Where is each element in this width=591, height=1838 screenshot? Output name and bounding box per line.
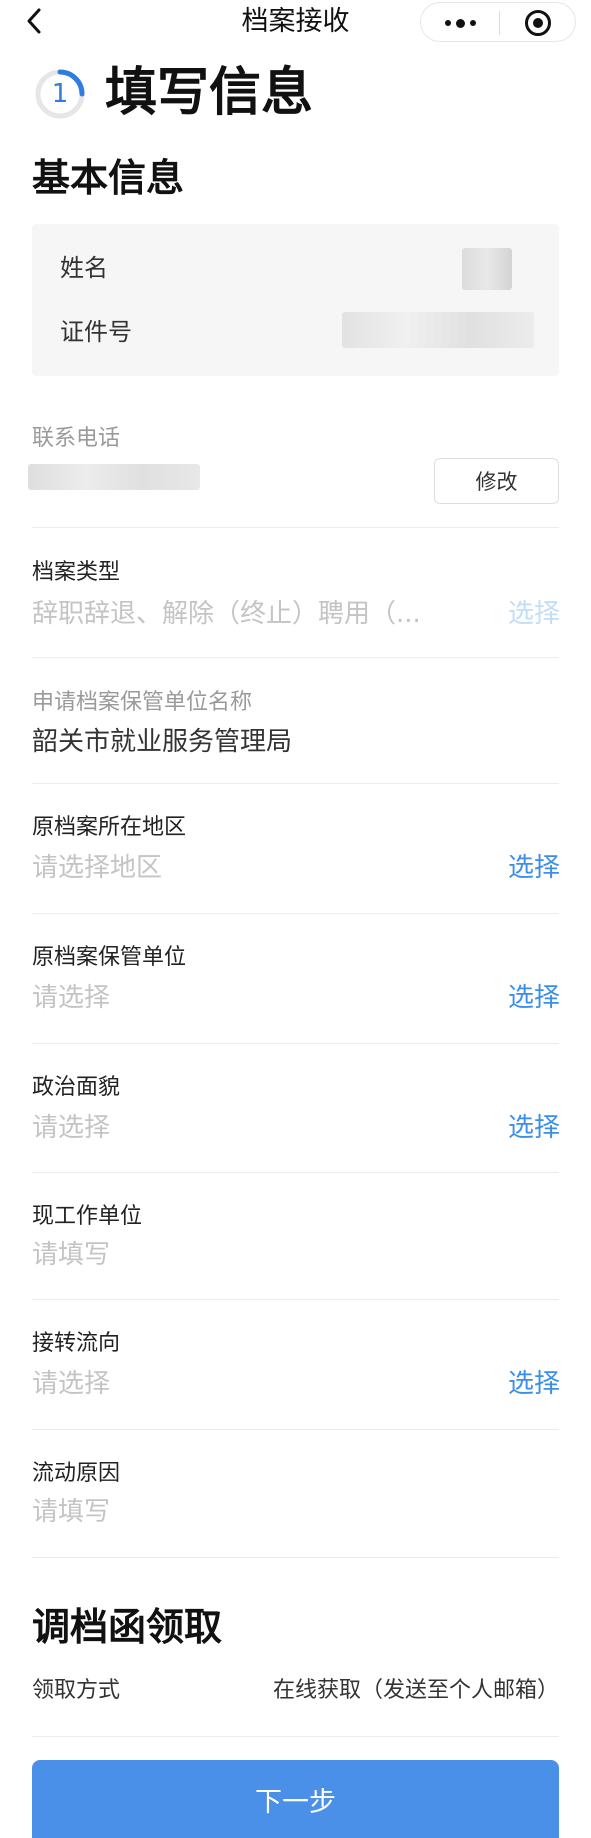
id-number-label: 证件号 [60,318,132,346]
select-original-region-button[interactable]: 选择 [500,851,560,885]
select-political-status-button[interactable]: 选择 [500,1111,560,1145]
field-input-original-region[interactable]: 请选择地区 [32,851,162,885]
basic-info-card: 姓名 证件号 [32,224,559,376]
field-label-archive-type: 档案类型 [32,560,121,585]
name-value-redacted [462,248,512,290]
select-original-storage-unit-button[interactable]: 选择 [500,981,560,1015]
target-close-icon [525,10,551,36]
divider [32,1299,559,1300]
field-label-mobility-reason: 流动原因 [32,1461,121,1486]
divider [32,783,559,784]
divider [32,1429,559,1430]
divider [32,1172,559,1173]
more-dot-right [469,20,476,26]
divider [32,1557,559,1558]
name-label: 姓名 [60,254,108,282]
field-input-mobility-reason[interactable]: 请填写 [32,1495,110,1529]
navigation-bar: 档案接收 [0,0,591,44]
field-input-current-employer[interactable]: 请填写 [32,1238,110,1272]
modify-phone-button[interactable]: 修改 [434,458,559,504]
field-label-current-employer: 现工作单位 [32,1204,143,1229]
field-label-original-storage-unit: 原档案保管单位 [32,945,187,970]
divider [32,1736,559,1737]
field-input-political-status[interactable]: 请选择 [32,1111,110,1145]
receive-method-label: 领取方式 [32,1678,121,1703]
next-step-button[interactable]: 下一步 [32,1760,559,1838]
field-input-transfer-direction[interactable]: 请选择 [32,1367,110,1401]
more-dots-icon [444,20,451,26]
field-label-storage-unit-name: 申请档案保管单位名称 [32,690,253,715]
contact-phone-label: 联系电话 [32,426,121,451]
divider [32,1043,559,1044]
transfer-letter-heading: 调档函领取 [32,1605,223,1649]
divider [32,657,559,658]
field-value-archive-type: 辞职辞退、解除（终止）聘用（... [32,599,421,629]
field-label-original-region: 原档案所在地区 [32,815,187,840]
divider [32,527,559,528]
field-input-original-storage-unit[interactable]: 请选择 [32,981,110,1015]
close-button[interactable] [499,3,577,43]
step-number: 1 [51,79,69,109]
select-archive-type-button[interactable]: 选择 [500,597,560,631]
contact-phone-value-redacted [28,464,200,490]
basic-info-heading: 基本信息 [32,156,185,200]
field-label-political-status: 政治面貌 [32,1075,121,1100]
field-value-storage-unit-name: 韶关市就业服务管理局 [32,727,293,757]
more-button[interactable] [421,3,499,43]
select-transfer-direction-button[interactable]: 选择 [500,1367,560,1401]
more-dot-center [455,18,465,28]
receive-method-value: 在线获取（发送至个人邮箱） [272,1678,559,1703]
mini-program-capsule [420,2,576,42]
field-label-transfer-direction: 接转流向 [32,1331,121,1356]
divider [32,913,559,914]
step-title: 填写信息 [105,63,314,123]
id-number-value-redacted [342,312,534,348]
